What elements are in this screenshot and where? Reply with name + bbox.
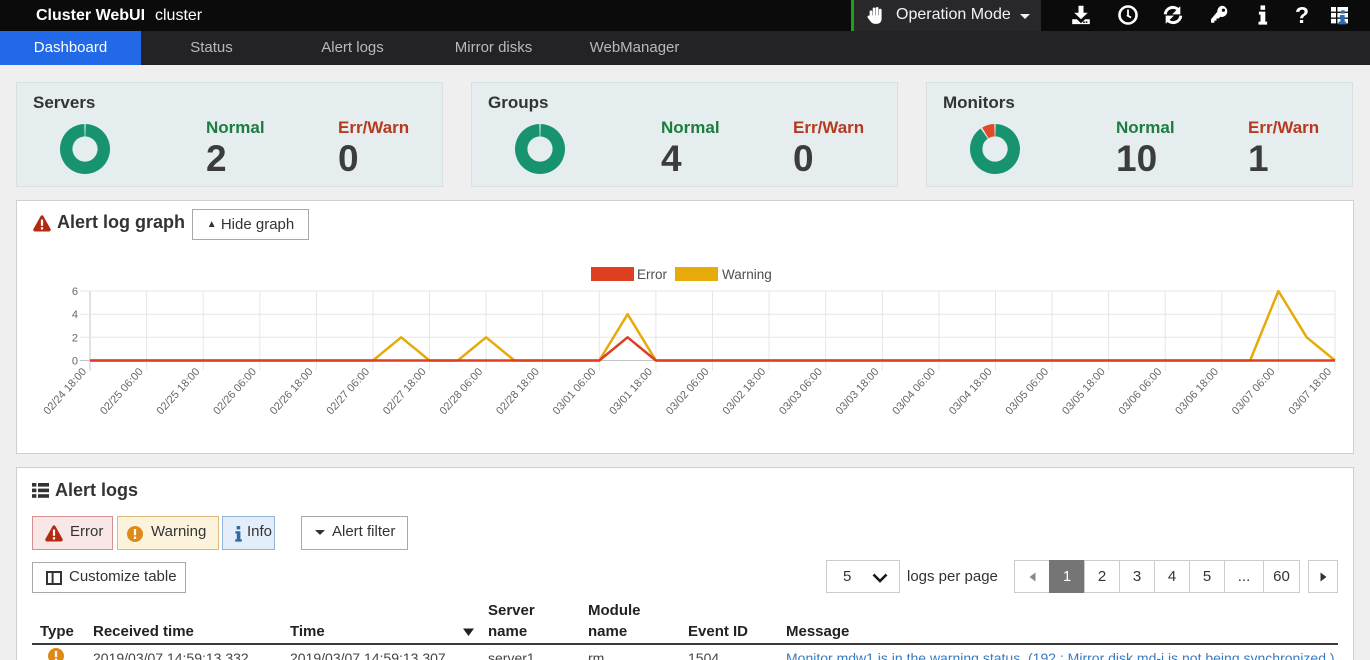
svg-text:02/27 18:00: 02/27 18:00 bbox=[381, 366, 429, 417]
svg-text:02/24 18:00: 02/24 18:00 bbox=[41, 366, 89, 417]
svg-text:2: 2 bbox=[72, 332, 78, 344]
svg-text:03/04 06:00: 03/04 06:00 bbox=[890, 366, 938, 417]
svg-text:03/06 18:00: 03/06 18:00 bbox=[1173, 366, 1221, 417]
svg-text:03/04 18:00: 03/04 18:00 bbox=[947, 366, 995, 417]
svg-text:02/28 18:00: 02/28 18:00 bbox=[494, 366, 542, 417]
svg-text:03/03 06:00: 03/03 06:00 bbox=[777, 366, 825, 417]
svg-text:03/02 18:00: 03/02 18:00 bbox=[721, 366, 769, 417]
svg-text:03/02 06:00: 03/02 06:00 bbox=[664, 366, 712, 417]
svg-text:0: 0 bbox=[72, 356, 78, 368]
svg-text:03/07 18:00: 03/07 18:00 bbox=[1286, 366, 1334, 417]
svg-text:4: 4 bbox=[72, 309, 78, 321]
svg-text:02/27 06:00: 02/27 06:00 bbox=[324, 366, 372, 417]
svg-text:03/01 18:00: 03/01 18:00 bbox=[607, 366, 655, 417]
svg-text:03/05 06:00: 03/05 06:00 bbox=[1003, 366, 1051, 417]
svg-text:03/07 06:00: 03/07 06:00 bbox=[1230, 366, 1278, 417]
svg-text:03/05 18:00: 03/05 18:00 bbox=[1060, 366, 1108, 417]
svg-text:02/26 18:00: 02/26 18:00 bbox=[268, 366, 316, 417]
svg-text:03/01 06:00: 03/01 06:00 bbox=[551, 366, 599, 417]
svg-text:03/06 06:00: 03/06 06:00 bbox=[1117, 366, 1165, 417]
svg-text:02/28 06:00: 02/28 06:00 bbox=[438, 366, 486, 417]
svg-text:6: 6 bbox=[72, 286, 78, 298]
svg-text:02/26 06:00: 02/26 06:00 bbox=[211, 366, 259, 417]
svg-text:02/25 06:00: 02/25 06:00 bbox=[98, 366, 146, 417]
svg-text:03/03 18:00: 03/03 18:00 bbox=[834, 366, 882, 417]
svg-text:02/25 18:00: 02/25 18:00 bbox=[155, 366, 203, 417]
